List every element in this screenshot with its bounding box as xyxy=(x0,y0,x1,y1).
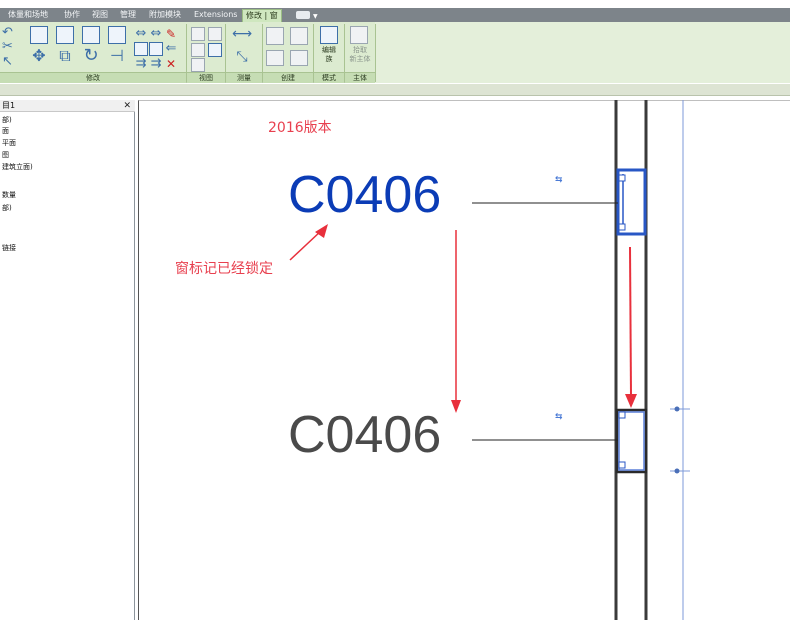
tab-modify-window[interactable]: 修改 | 窗 xyxy=(242,9,282,22)
panel-label-modify: 修改 xyxy=(0,72,186,83)
join-icon[interactable]: ↖ xyxy=(2,55,13,69)
tab-massing-site[interactable]: 体量和场地 xyxy=(8,8,48,22)
unpin-icon[interactable]: ✎ xyxy=(164,27,178,41)
ribbon-empty-area xyxy=(375,22,790,83)
linework-icon[interactable] xyxy=(191,43,205,57)
create-parts-icon[interactable] xyxy=(290,27,308,45)
create-group-icon[interactable] xyxy=(266,50,284,66)
copy-icon[interactable]: ⧉ xyxy=(56,48,74,67)
options-bar xyxy=(0,84,790,96)
panel-toggle-button[interactable] xyxy=(296,11,310,19)
paint-icon[interactable] xyxy=(191,58,205,72)
pick-host-label-1[interactable]: 拾取 xyxy=(345,46,375,55)
thin-lines-icon[interactable] xyxy=(208,43,222,57)
split-icon[interactable]: ⇔ xyxy=(134,27,148,41)
ribbon-tab-strip: 体量和场地 协作 视图 管理 附加模块 Extensions 修改 | 窗 ▼ xyxy=(0,8,790,22)
split-gap-icon[interactable]: ⇔ xyxy=(149,27,163,41)
trim-extend-single-icon[interactable]: ⇉ xyxy=(134,57,148,71)
tree-item[interactable]: 部) xyxy=(2,203,12,213)
tree-item[interactable]: 部) xyxy=(2,115,12,125)
pin-icon[interactable]: ⇐ xyxy=(164,42,178,56)
panel-label-measure: 测量 xyxy=(226,72,262,83)
measure-distance-icon[interactable]: ⟷ xyxy=(229,27,255,41)
project-browser: 目1 ✕ 部) 面 平面 图 建筑立面) 数量 部) 链接 xyxy=(0,100,135,620)
tab-add-ins[interactable]: 附加模块 xyxy=(149,8,181,22)
panel-label-create: 创建 xyxy=(263,72,313,83)
panel-label-view: 视图 xyxy=(187,72,225,83)
align-icon[interactable] xyxy=(30,26,48,44)
override-icon[interactable] xyxy=(208,27,222,41)
tree-item[interactable]: 建筑立面) xyxy=(2,162,33,172)
create-similar-icon[interactable] xyxy=(290,50,308,66)
trim-extend-multiple-icon[interactable]: ⇉ xyxy=(149,57,163,71)
annotation-text: 窗标记已经锁定 xyxy=(175,261,273,277)
project-browser-header: 目1 ✕ xyxy=(0,100,135,112)
pick-host-label-2[interactable]: 新主体 xyxy=(345,55,375,64)
tab-manage[interactable]: 管理 xyxy=(120,8,136,22)
drawing-canvas[interactable] xyxy=(138,100,790,620)
flip-control-icon[interactable]: ⇆ xyxy=(555,412,563,422)
tree-item[interactable]: 数量 xyxy=(2,190,16,200)
move-icon[interactable]: ✥ xyxy=(30,48,48,67)
window-tag-selected[interactable]: C0406 xyxy=(288,164,441,226)
tab-view[interactable]: 视图 xyxy=(92,8,108,22)
tree-item[interactable]: 面 xyxy=(2,126,9,136)
dimension-icon[interactable]: ⤡ xyxy=(229,50,255,64)
panel-separator xyxy=(375,24,376,82)
trim-icon[interactable]: ⊣ xyxy=(108,48,126,67)
delete-icon[interactable]: ✕ xyxy=(164,57,178,71)
flip-control-icon[interactable]: ⇆ xyxy=(555,175,563,185)
pick-new-host-icon[interactable] xyxy=(350,26,368,44)
mirror-axis-icon[interactable] xyxy=(82,26,100,44)
rotate-icon[interactable]: ↻ xyxy=(82,47,100,67)
tree-item[interactable]: 平面 xyxy=(2,138,16,148)
cut-icon[interactable]: ✂ xyxy=(2,40,13,54)
scale-icon[interactable] xyxy=(149,42,163,56)
paste-icon[interactable]: ↶ xyxy=(2,26,13,40)
window-tag[interactable]: C0406 xyxy=(288,404,441,466)
edit-family-label-1[interactable]: 编辑 xyxy=(316,46,342,55)
version-label: 2016版本 xyxy=(268,120,332,136)
edit-family-label-2[interactable]: 族 xyxy=(316,55,342,64)
tab-collaborate[interactable]: 协作 xyxy=(64,8,80,22)
create-assembly-icon[interactable] xyxy=(266,27,284,45)
offset-icon[interactable] xyxy=(56,26,74,44)
close-icon[interactable]: ✕ xyxy=(123,100,131,112)
panel-label-host: 主体 xyxy=(345,72,375,83)
tree-item[interactable]: 链接 xyxy=(2,243,16,253)
panel-label-mode: 模式 xyxy=(314,72,344,83)
array-icon[interactable] xyxy=(134,42,148,56)
chevron-down-icon[interactable]: ▼ xyxy=(313,13,318,20)
mirror-draw-icon[interactable] xyxy=(108,26,126,44)
edit-family-icon[interactable] xyxy=(320,26,338,44)
project-browser-title: 目1 xyxy=(2,101,16,110)
hide-icon[interactable] xyxy=(191,27,205,41)
tree-item[interactable]: 图 xyxy=(2,150,9,160)
tab-extensions[interactable]: Extensions xyxy=(194,8,237,22)
